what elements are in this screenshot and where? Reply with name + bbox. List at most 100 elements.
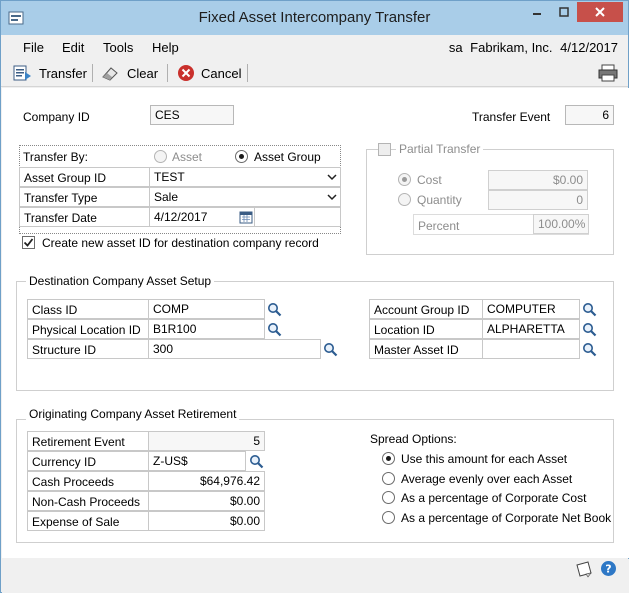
destination-title: Destination Company Asset Setup	[26, 274, 215, 288]
checkmark-icon	[23, 238, 34, 247]
asset-radio[interactable]	[154, 150, 167, 163]
search-icon[interactable]	[265, 320, 283, 338]
structure-id-field[interactable]: 300	[148, 339, 321, 359]
partial-cost-radio[interactable]	[398, 173, 411, 186]
partial-quantity-field: 0	[488, 190, 588, 210]
currency-field[interactable]: Z-US$	[148, 451, 246, 471]
spread-option-netbook-radio[interactable]	[382, 511, 395, 524]
transfer-date-value: 4/12/2017	[154, 210, 208, 224]
asset-group-id-select[interactable]: TEST	[149, 167, 341, 187]
transfer-by-label: Transfer By:	[23, 150, 88, 164]
class-id-value: COMP	[153, 302, 189, 316]
transfer-button[interactable]: Transfer	[13, 63, 87, 83]
spread-option-each-label: Use this amount for each Asset	[401, 452, 568, 466]
currency-value: Z-US$	[153, 454, 188, 468]
user-company-date: sa Fabrikam, Inc. 4/12/2017	[449, 40, 618, 55]
spread-option-each-radio[interactable]	[382, 452, 395, 465]
noncash-proceeds-value: $0.00	[229, 494, 260, 508]
search-icon[interactable]	[580, 320, 598, 338]
cancel-label: Cancel	[201, 65, 242, 81]
partial-cost-label: Cost	[417, 173, 442, 187]
title-bar: Fixed Asset Intercompany Transfer	[1, 1, 628, 35]
transfer-type-select[interactable]: Sale	[149, 187, 341, 207]
structure-id-label: Structure ID	[32, 343, 97, 357]
physical-location-field[interactable]: B1R100	[148, 319, 265, 339]
status-bar: ?	[2, 559, 629, 593]
spread-option-netbook-label: As a percentage of Corporate Net Book	[401, 511, 612, 525]
structure-id-value: 300	[153, 342, 174, 356]
partial-quantity-radio[interactable]	[398, 193, 411, 206]
company-id-value: CES	[155, 108, 180, 122]
noncash-proceeds-field[interactable]: $0.00	[148, 491, 265, 511]
close-button[interactable]	[577, 2, 623, 22]
menu-file[interactable]: File	[23, 40, 44, 55]
help-icon[interactable]: ?	[600, 560, 617, 580]
transfer-label: Transfer	[39, 65, 87, 81]
transfer-date-label: Transfer Date	[24, 211, 97, 225]
spread-option-average-radio[interactable]	[382, 472, 395, 485]
spread-option-cost-radio[interactable]	[382, 491, 395, 504]
transfer-event-label: Transfer Event	[472, 110, 551, 124]
currency-label: Currency ID	[32, 455, 97, 469]
search-icon[interactable]	[247, 452, 265, 470]
partial-transfer-title: Partial Transfer	[396, 142, 484, 156]
class-id-field[interactable]: COMP	[148, 299, 265, 319]
retirement-event-value: 5	[253, 434, 260, 448]
partial-quantity-label: Quantity	[417, 193, 462, 207]
location-id-label: Location ID	[374, 323, 435, 337]
printer-icon	[598, 64, 618, 82]
print-button[interactable]	[598, 64, 618, 85]
expense-of-sale-value: $0.00	[229, 514, 260, 528]
user-name: sa	[448, 40, 463, 55]
eraser-icon	[102, 67, 118, 81]
cash-proceeds-field[interactable]: $64,976.42	[148, 471, 265, 491]
toolbar-separator	[92, 64, 93, 82]
partial-percent-field: 100.00%	[533, 214, 589, 234]
note-icon[interactable]	[574, 559, 594, 582]
search-icon[interactable]	[321, 340, 339, 358]
transfer-icon	[13, 65, 31, 81]
search-icon[interactable]	[580, 300, 598, 318]
asset-radio-label: Asset	[172, 150, 203, 164]
clear-button[interactable]: Clear	[101, 63, 158, 83]
calendar-icon[interactable]	[237, 208, 255, 226]
spread-options-title: Spread Options:	[370, 432, 457, 446]
partial-cost-value: $0.00	[552, 173, 583, 187]
transfer-type-label: Transfer Type	[24, 191, 98, 205]
search-icon[interactable]	[580, 340, 598, 358]
fixed-asset-transfer-window: Fixed Asset Intercompany Transfer File E…	[0, 0, 629, 593]
partial-transfer-checkbox[interactable]	[378, 143, 391, 156]
location-id-field[interactable]: ALPHARETTA	[482, 319, 580, 339]
asset-group-radio-label: Asset Group	[254, 150, 321, 164]
partial-percent-value: 100.00%	[538, 217, 586, 231]
chevron-down-icon	[327, 194, 337, 201]
spread-option-average-label: Average evenly over each Asset	[401, 472, 573, 486]
cash-proceeds-label: Cash Proceeds	[32, 475, 115, 489]
maximize-button[interactable]	[550, 2, 577, 22]
expense-of-sale-field[interactable]: $0.00	[148, 511, 265, 531]
close-icon	[595, 7, 605, 17]
account-group-field[interactable]: COMPUTER	[482, 299, 580, 319]
menu-edit[interactable]: Edit	[62, 40, 84, 55]
create-new-asset-checkbox[interactable]	[22, 236, 35, 249]
minimize-button[interactable]	[523, 2, 550, 22]
cancel-icon	[178, 65, 194, 81]
master-asset-field[interactable]	[482, 339, 580, 359]
asset-group-radio[interactable]	[235, 150, 248, 163]
company-name: Fabrikam, Inc.	[470, 40, 553, 55]
search-icon[interactable]	[265, 300, 283, 318]
clear-label: Clear	[127, 65, 159, 81]
form-content: Company ID CES Transfer Event 6 Transfer…	[2, 88, 629, 558]
partial-percent-label: Percent	[418, 219, 460, 233]
retirement-event-field: 5	[148, 431, 265, 451]
physical-location-label: Physical Location ID	[32, 323, 141, 337]
company-id-label: Company ID	[23, 110, 90, 124]
menu-help[interactable]: Help	[152, 40, 179, 55]
cancel-button[interactable]: Cancel	[177, 63, 241, 83]
toolbar: Transfer Clear Cancel	[1, 59, 628, 87]
toolbar-separator	[167, 64, 168, 82]
location-id-value: ALPHARETTA	[487, 322, 565, 336]
menu-tools[interactable]: Tools	[103, 40, 133, 55]
physical-location-value: B1R100	[153, 322, 197, 336]
partial-cost-field: $0.00	[488, 170, 588, 190]
